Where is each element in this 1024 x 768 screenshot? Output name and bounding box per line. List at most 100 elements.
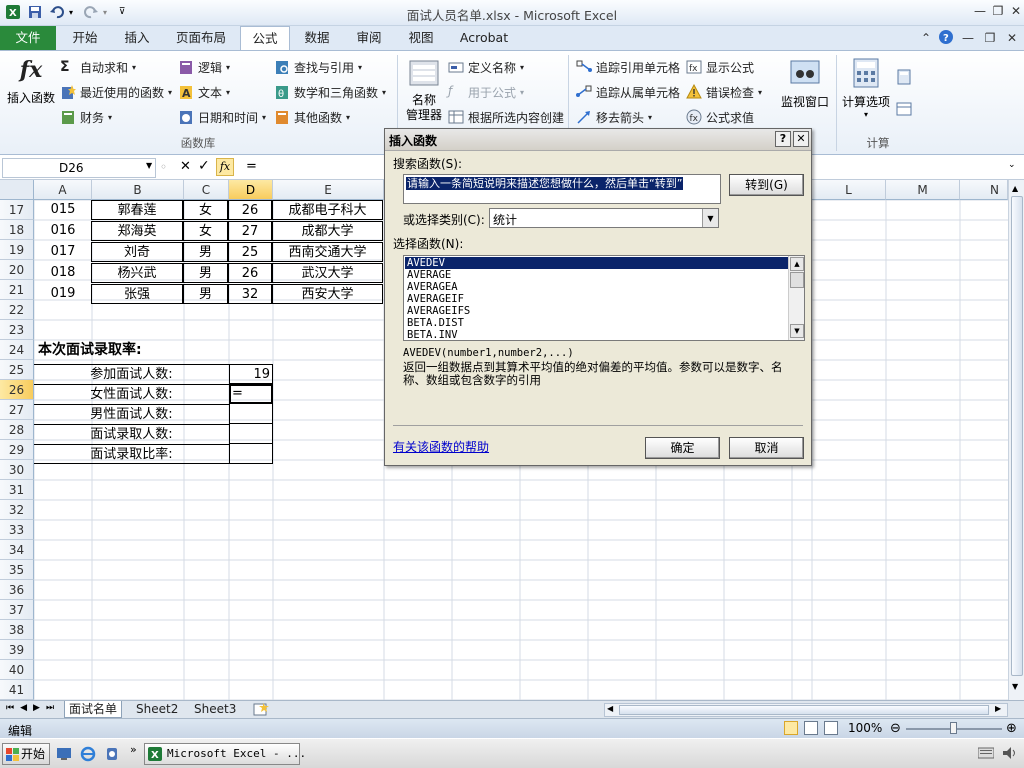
go-button[interactable]: 转到(G) <box>729 174 804 196</box>
autosum-button[interactable]: Σ 自动求和 ▾ <box>60 57 172 77</box>
quick-launch-more-icon[interactable]: » <box>130 743 137 756</box>
scroll-right-icon[interactable]: ▶ <box>995 704 1001 713</box>
table-cell-e[interactable]: 西安大学 <box>272 284 383 304</box>
math-trig-button[interactable]: θ 数学和三角函数 ▾ <box>274 82 386 102</box>
function-list-item[interactable]: AVERAGEIFS <box>405 305 788 317</box>
vertical-scrollbar[interactable]: ▲ ▼ <box>1008 180 1024 700</box>
formula-bar-resize-icon[interactable]: ◦ <box>160 160 174 176</box>
row-header[interactable]: 17 <box>0 200 34 220</box>
zoom-out-icon[interactable]: ⊖ <box>890 721 901 736</box>
column-header-m[interactable]: M <box>886 180 960 200</box>
watch-window-button[interactable]: 监视窗口 <box>778 57 832 110</box>
select-all-corner[interactable] <box>0 180 34 200</box>
cancel-entry-icon[interactable]: ✕ <box>180 159 191 174</box>
function-list-scrollbar[interactable]: ▲ ▼ <box>788 256 804 340</box>
tab-formulas[interactable]: 公式 <box>240 26 290 51</box>
media-player-icon[interactable] <box>104 746 120 762</box>
calculate-now-icon[interactable] <box>896 69 912 85</box>
date-time-button[interactable]: 日期和时间 ▾ <box>178 107 266 127</box>
keyboard-tray-icon[interactable] <box>978 747 994 759</box>
row-header[interactable]: 40 <box>0 660 34 680</box>
calculate-sheet-icon[interactable] <box>896 101 912 117</box>
table-cell-a[interactable]: 017 <box>34 242 92 262</box>
name-box-dropdown-icon[interactable]: ▼ <box>146 161 152 170</box>
lookup-reference-button[interactable]: 查找与引用 ▾ <box>274 57 386 77</box>
name-manager-button[interactable]: 名称 管理器 <box>402 57 446 123</box>
calculation-options-button[interactable]: 计算选项 ▾ <box>840 57 892 119</box>
scroll-left-icon[interactable]: ◀ <box>607 704 613 713</box>
row-header[interactable]: 32 <box>0 500 34 520</box>
row-header[interactable]: 33 <box>0 520 34 540</box>
row-header[interactable]: 25 <box>0 360 34 380</box>
table-cell-a[interactable]: 018 <box>34 263 92 283</box>
function-list-item[interactable]: BETA.DIST <box>405 317 788 329</box>
error-checking-button[interactable]: 错误检查 ▾ <box>686 82 762 102</box>
scroll-down-icon[interactable]: ▼ <box>1012 682 1018 691</box>
ok-button[interactable]: 确定 <box>645 437 720 459</box>
table-cell-d[interactable]: 26 <box>228 200 272 220</box>
list-scroll-thumb[interactable] <box>790 272 804 288</box>
table-cell-a[interactable]: 015 <box>34 200 92 220</box>
column-header-l[interactable]: L <box>812 180 886 200</box>
more-functions-button[interactable]: 其他函数 ▾ <box>274 107 386 127</box>
list-scroll-up-icon[interactable]: ▲ <box>790 257 804 271</box>
dialog-close-icon[interactable]: ✕ <box>793 131 809 147</box>
formula-input[interactable]: = <box>246 159 257 174</box>
summary-value[interactable] <box>229 404 273 424</box>
trace-precedents-button[interactable]: 追踪引用单元格 <box>576 57 680 77</box>
column-header-d[interactable]: D <box>229 180 273 200</box>
summary-value[interactable] <box>229 424 273 444</box>
close-icon[interactable]: ✕ <box>1008 3 1024 19</box>
table-cell-d[interactable]: 27 <box>228 221 272 241</box>
tab-home[interactable]: 开始 <box>60 26 110 50</box>
tab-data[interactable]: 数据 <box>294 26 340 50</box>
category-dropdown-icon[interactable]: ▼ <box>702 209 718 227</box>
volume-tray-icon[interactable] <box>1002 746 1018 760</box>
row-header[interactable]: 30 <box>0 460 34 480</box>
create-from-selection-button[interactable]: 根据所选内容创建 <box>448 107 564 127</box>
table-cell-c[interactable]: 女 <box>183 221 228 241</box>
trace-dependents-button[interactable]: 追踪从属单元格 <box>576 82 680 102</box>
table-cell-c[interactable]: 男 <box>183 242 228 262</box>
summary-value[interactable] <box>229 444 273 464</box>
zoom-in-icon[interactable]: ⊕ <box>1006 721 1017 736</box>
table-cell-e[interactable]: 西南交通大学 <box>272 242 383 262</box>
evaluate-formula-button[interactable]: fx 公式求值 <box>686 107 762 127</box>
table-cell-d[interactable]: 26 <box>228 263 272 283</box>
vertical-scroll-thumb[interactable] <box>1011 196 1023 676</box>
dialog-help-icon[interactable]: ? <box>775 131 791 147</box>
name-box[interactable]: D26 <box>2 158 156 178</box>
zoom-slider-thumb[interactable] <box>950 722 957 734</box>
restore-icon[interactable]: ❐ <box>990 3 1006 19</box>
minimize-icon[interactable]: — <box>972 3 988 19</box>
taskbar-excel-window[interactable]: X Microsoft Excel - ... <box>144 743 306 765</box>
row-header[interactable]: 22 <box>0 300 34 320</box>
sheet-tab-sheet3[interactable]: Sheet3 <box>190 701 240 718</box>
table-cell-d[interactable]: 32 <box>228 284 272 304</box>
page-layout-view-icon[interactable] <box>804 721 818 735</box>
tab-page-layout[interactable]: 页面布局 <box>166 26 236 50</box>
table-cell-b[interactable]: 郑海英 <box>91 221 183 241</box>
summary-value[interactable]: 19 <box>229 364 273 384</box>
page-break-view-icon[interactable] <box>824 721 838 735</box>
table-cell-c[interactable]: 女 <box>183 200 228 220</box>
row-header[interactable]: 18 <box>0 220 34 240</box>
function-list-item[interactable]: AVEDEV <box>405 257 788 269</box>
row-header[interactable]: 29 <box>0 440 34 460</box>
table-cell-e[interactable]: 成都电子科大 <box>272 200 383 220</box>
doc-minimize-icon[interactable]: — <box>960 30 976 46</box>
table-cell-b[interactable]: 刘奇 <box>91 242 183 262</box>
show-formulas-button[interactable]: fx 显示公式 <box>686 57 762 77</box>
sheet-tab-interview-list[interactable]: 面试名单 <box>64 701 123 718</box>
row-header[interactable]: 37 <box>0 600 34 620</box>
start-button[interactable]: 开始 <box>2 743 50 765</box>
horizontal-scroll-thumb[interactable] <box>619 705 989 715</box>
function-list-item[interactable]: AVERAGEIF <box>405 293 788 305</box>
desktop-icon[interactable] <box>56 746 72 762</box>
text-button[interactable]: A 文本 ▾ <box>178 82 266 102</box>
function-list-item[interactable]: BETA.INV <box>405 329 788 341</box>
tab-review[interactable]: 审阅 <box>346 26 392 50</box>
normal-view-icon[interactable] <box>784 721 798 735</box>
row-header[interactable]: 24 <box>0 340 34 360</box>
row-header[interactable]: 23 <box>0 320 34 340</box>
